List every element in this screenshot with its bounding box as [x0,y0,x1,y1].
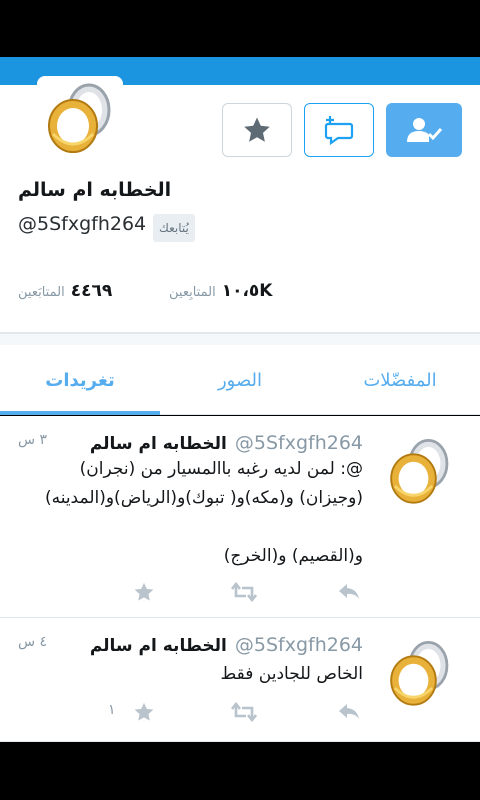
like-count: ١ [108,702,116,718]
favorite-button[interactable] [222,103,292,157]
navigation-bar [0,742,480,800]
rings-avatar-icon[interactable] [380,634,460,714]
followers-label: المتابِعين [169,285,216,300]
retweet-button[interactable] [230,578,258,606]
star-icon [134,702,154,721]
profile-handle: @5Sfxgfh264 [18,213,147,235]
tweet[interactable]: @5Sfxgfh264 الخطابه ام سالم ٤ س الخاص لل… [0,618,480,742]
tab-tweets[interactable]: تغريدات [0,345,160,415]
reply-button[interactable] [335,698,363,726]
retweet-icon [231,701,257,723]
star-icon [244,117,270,142]
tweet-time: ٣ س [18,432,48,448]
profile-avatar[interactable] [37,76,123,162]
star-icon [134,582,154,601]
reply-icon [339,704,359,719]
like-button[interactable] [130,578,158,606]
tweet-actions [130,578,365,608]
tweet-actions: ١ [108,698,365,728]
tweet-author-name[interactable]: الخطابه ام سالم [90,636,227,656]
retweet-button[interactable] [230,698,258,726]
following-label: المتابَعين [18,285,65,300]
tweet[interactable]: @5Sfxgfh264 الخطابه ام سالم ٣ س @: لمن ل… [0,416,480,618]
profile-name: الخطابه ام سالم [18,179,172,201]
following-stat[interactable]: المتابَعين ٤٤٦٩ [18,281,112,301]
active-tab-indicator [0,411,160,415]
tweet-author-name[interactable]: الخطابه ام سالم [90,434,227,454]
tab-likes[interactable]: المفضّلات [320,345,480,415]
new-message-icon [324,116,354,145]
followers-stat[interactable]: المتابِعين ١٠،٥K [169,281,272,301]
tweet-header: @5Sfxgfh264 الخطابه ام سالم [90,634,363,656]
following-button[interactable] [386,103,462,157]
tweet-handle[interactable]: @5Sfxgfh264 [235,432,363,454]
following-check-icon [407,118,443,142]
follows-you-badge: يُتابعك [153,214,195,242]
status-bar [0,0,480,57]
rings-avatar-icon [48,83,111,153]
profile-tabs: تغريدات الصور المفضّلات [0,345,480,415]
reply-icon [339,584,359,599]
retweet-icon [231,581,257,603]
tweet-handle[interactable]: @5Sfxgfh264 [235,634,363,656]
tweet-header: @5Sfxgfh264 الخطابه ام سالم [90,432,363,454]
tab-media[interactable]: الصور [160,345,320,415]
tweet-text: الخاص للجادين فقط [220,664,363,684]
following-count: ٤٤٦٩ [70,281,113,301]
tweet-time: ٤ س [18,634,48,650]
tweet-text: @: لمن لديه رغبه باالمسيار من (نجران) (و… [44,459,363,566]
reply-button[interactable] [335,578,363,606]
section-divider [0,333,480,345]
message-button[interactable] [304,103,374,157]
rings-avatar-icon[interactable] [380,432,460,512]
like-button[interactable]: ١ [108,698,158,726]
followers-count: ١٠،٥K [221,281,273,301]
tweet-feed: @5Sfxgfh264 الخطابه ام سالم ٣ س @: لمن ل… [0,416,480,742]
